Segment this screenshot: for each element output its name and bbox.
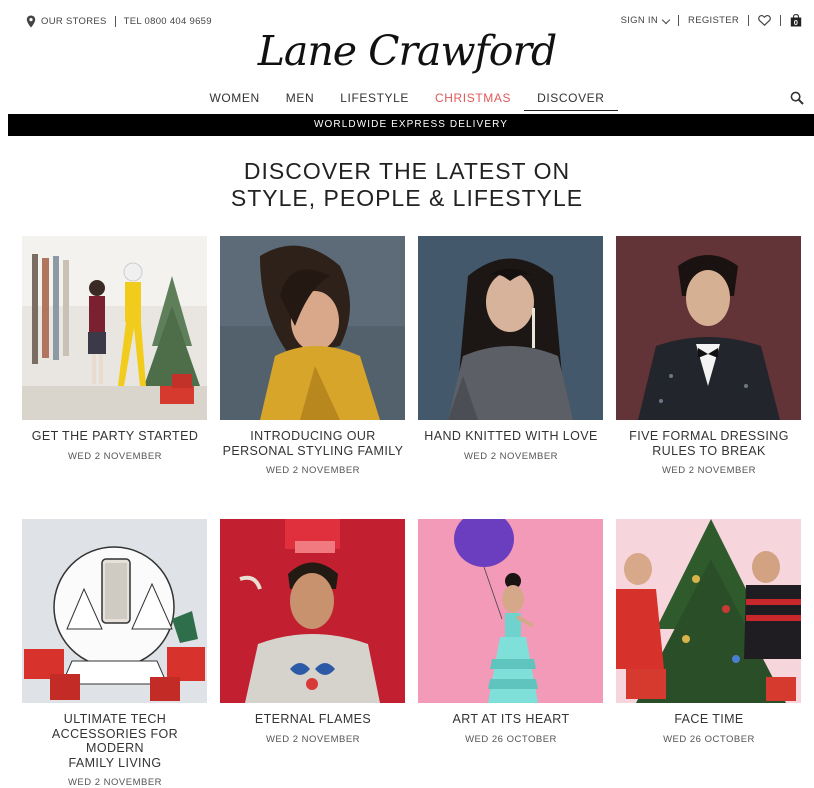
article-title[interactable]: FIVE FORMAL DRESSING RULES TO BREAK — [616, 429, 802, 458]
article-card[interactable]: FIVE FORMAL DRESSING RULES TO BREAK WED … — [616, 236, 802, 476]
search-icon[interactable] — [790, 91, 804, 105]
nav-item-women[interactable]: WOMEN — [196, 91, 272, 111]
article-title[interactable]: ETERNAL FLAMES — [220, 712, 406, 727]
article-title[interactable]: HAND KNITTED WITH LOVE — [418, 429, 604, 444]
sign-in-label: SIGN IN — [620, 15, 659, 26]
nav-item-discover[interactable]: DISCOVER — [524, 91, 618, 111]
divider — [678, 15, 680, 26]
chevron-down-icon — [661, 15, 671, 25]
article-title-line: ETERNAL FLAMES — [254, 712, 372, 726]
article-date: WED 2 NOVEMBER — [661, 465, 757, 476]
article-image[interactable] — [616, 519, 801, 703]
lane-crawford-logo[interactable]: Lane Crawford — [0, 26, 814, 76]
article-card[interactable]: ART AT ITS HEART WED 26 OCTOBER — [418, 519, 604, 745]
article-card[interactable]: INTRODUCING OUR PERSONAL STYLING FAMILY … — [220, 236, 406, 476]
main-navigation: WOMEN MEN LIFESTYLE CHRISTMAS DISCOVER — [0, 91, 814, 111]
article-date: WED 2 NOVEMBER — [463, 450, 559, 462]
article-image[interactable] — [220, 236, 405, 420]
article-title-line: FAMILY LIVING — [68, 755, 162, 770]
article-title[interactable]: ART AT ITS HEART — [418, 712, 604, 727]
article-card[interactable]: FACE TIME WED 26 OCTOBER — [616, 519, 802, 745]
divider — [748, 15, 749, 26]
article-title[interactable]: INTRODUCING OUR PERSONAL STYLING FAMILY — [220, 429, 406, 458]
article-title-line: PERSONAL STYLING FAMILY — [222, 443, 404, 458]
article-title-line: ACCESSORIES FOR MODERN — [51, 726, 179, 756]
heart-icon[interactable] — [758, 15, 771, 26]
article-title-line: RULES TO BREAK — [652, 443, 766, 458]
heading-line: DISCOVER THE LATEST ON — [243, 158, 571, 184]
sign-in-button[interactable]: SIGN IN — [620, 15, 671, 26]
article-card[interactable]: HAND KNITTED WITH LOVE WED 2 NOVEMBER — [418, 236, 604, 462]
article-date: WED 2 NOVEMBER — [265, 733, 361, 745]
article-title-line: FACE TIME — [674, 712, 744, 726]
article-title-line: GET THE PARTY STARTED — [31, 429, 199, 443]
article-title-line: ULTIMATE TECH — [63, 712, 167, 726]
article-title-line: FIVE FORMAL DRESSING — [629, 429, 789, 443]
article-image[interactable] — [220, 519, 405, 703]
article-title-line: ART AT ITS HEART — [452, 712, 570, 726]
page-heading: DISCOVER THE LATEST ON STYLE, PEOPLE & L… — [0, 158, 814, 212]
article-title-line: INTRODUCING OUR — [250, 429, 376, 443]
article-title[interactable]: ULTIMATE TECH ACCESSORIES FOR MODERN FAM… — [22, 712, 208, 770]
article-card[interactable]: GET THE PARTY STARTED WED 2 NOVEMBER — [22, 236, 208, 462]
article-card[interactable]: ULTIMATE TECH ACCESSORIES FOR MODERN FAM… — [22, 519, 208, 788]
article-date: WED 2 NOVEMBER — [67, 450, 163, 462]
nav-item-men[interactable]: MEN — [273, 91, 327, 111]
register-link[interactable]: REGISTER — [688, 15, 739, 26]
delivery-banner[interactable]: WORLDWIDE EXPRESS DELIVERY — [8, 114, 814, 136]
divider — [780, 15, 781, 26]
article-image[interactable] — [22, 236, 207, 420]
article-title[interactable]: GET THE PARTY STARTED — [22, 429, 208, 444]
article-title-line: HAND KNITTED WITH LOVE — [424, 429, 598, 443]
article-image[interactable] — [418, 519, 603, 703]
article-date: WED 2 NOVEMBER — [265, 465, 361, 476]
article-title[interactable]: FACE TIME — [616, 712, 802, 727]
article-date: WED 26 OCTOBER — [663, 733, 755, 745]
heading-line: STYLE, PEOPLE & LIFESTYLE — [230, 185, 584, 211]
article-date: WED 26 OCTOBER — [465, 733, 557, 745]
article-image[interactable] — [418, 236, 603, 420]
nav-item-christmas[interactable]: CHRISTMAS — [422, 91, 524, 111]
article-image[interactable] — [616, 236, 801, 420]
nav-item-lifestyle[interactable]: LIFESTYLE — [327, 91, 422, 111]
article-date: WED 2 NOVEMBER — [67, 777, 163, 788]
article-image[interactable] — [22, 519, 207, 703]
article-card[interactable]: ETERNAL FLAMES WED 2 NOVEMBER — [220, 519, 406, 745]
